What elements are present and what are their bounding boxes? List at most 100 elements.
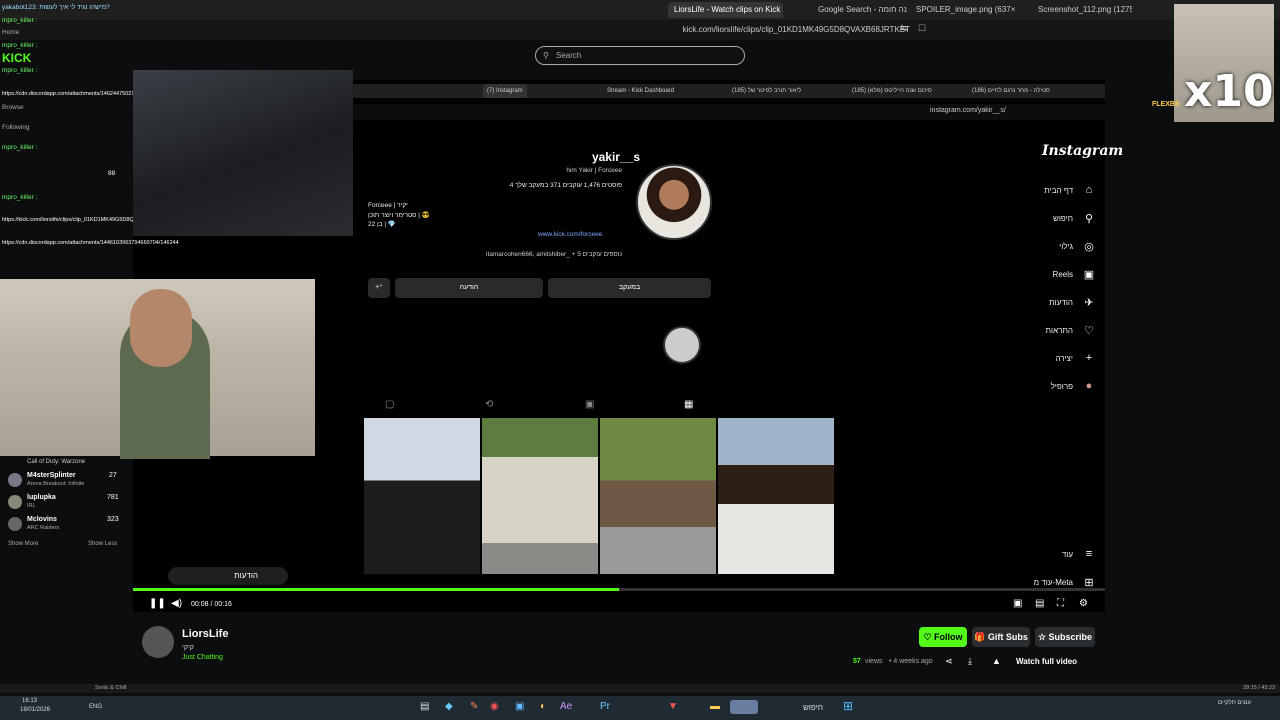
nav-label: Reels: [1052, 269, 1073, 279]
channel-category[interactable]: Just Chatting: [182, 654, 223, 661]
address-bar[interactable]: kick.com/liorslife/clips/clip_01KD1MK49G…: [680, 23, 910, 37]
chat-overlay: yakabot123: מישהו נגיד לי איך לעשות? mpr…: [0, 0, 179, 278]
nav-label: עוד: [1061, 549, 1073, 559]
nav-label: גילוי: [1059, 241, 1073, 251]
taskbar-icon: Pr: [600, 701, 610, 712]
nav-create: יצירה +: [1055, 350, 1095, 366]
nav-label: יצירה: [1055, 353, 1073, 363]
rec-channel-1[interactable]: M4sterSplinter Arena Breakout: Infinite …: [8, 472, 133, 490]
watch-full-video-link[interactable]: Watch full video: [1016, 657, 1077, 666]
nav-search: חיפוש ⚲: [1053, 210, 1095, 226]
grid-tab-icon: ▦: [684, 399, 694, 410]
profile-bio-2: סטרימר ויוצר תוכן | 😎: [368, 212, 430, 219]
post-image-1: [364, 418, 480, 574]
message-button: הודעה: [395, 278, 543, 298]
volume-icon[interactable]: ◀): [171, 598, 182, 609]
viewer-count: 88: [108, 170, 116, 177]
reposts-icon: ⟲: [485, 399, 494, 410]
following-button: במעקב: [548, 278, 711, 298]
inner-tab-instagram: (7) Instagram: [483, 84, 527, 98]
bookmark-icon[interactable]: ☐: [918, 23, 926, 34]
tab-screenshot[interactable]: Screenshot_112.png (1275×718): [1032, 2, 1132, 18]
compass-icon: ◎: [1084, 240, 1094, 253]
show-more-link[interactable]: Show More: [8, 541, 38, 547]
tab-active[interactable]: LiorsLife - Watch clips on Kick: [668, 2, 783, 18]
inner-tab-5: (186) סטילה - מחר נרגם לחיים: [972, 88, 1050, 94]
fullscreen-icon[interactable]: ⛶: [1057, 598, 1064, 609]
download-icon[interactable]: ⤓: [968, 656, 972, 667]
taskbar-icon: ✎: [470, 701, 479, 712]
rec-category: Call of Duty: Warzone: [27, 459, 86, 465]
chat-line: mpro_killer :: [2, 194, 38, 201]
tagged-icon: ▢: [385, 399, 395, 410]
nav-label: עוד מ-Meta: [1033, 577, 1073, 587]
nav-profile: פרופיל ●: [1051, 378, 1095, 394]
nav-label: חיפוש: [1053, 213, 1073, 223]
nav-reels: Reels ▣: [1053, 266, 1095, 282]
search-input[interactable]: ⚲ Search: [535, 46, 745, 65]
profile-stats: 4 פוסטים 1,476 עוקבים 371 במעקב שלך: [509, 182, 622, 189]
channel-name[interactable]: LiorsLife: [182, 628, 228, 640]
profile-icon: ●: [1085, 380, 1093, 392]
language-indicator: ENG: [89, 704, 103, 710]
video-progress-bar[interactable]: [133, 588, 1105, 591]
meta-icon: ⊞: [1084, 576, 1094, 589]
profile-avatar: [636, 164, 712, 240]
weather-thumb: [730, 700, 758, 714]
flexbs-label: FLEXBS: [1152, 101, 1180, 108]
gift-subs-button[interactable]: 🎁 Gift Subs: [972, 627, 1030, 647]
subscribe-button[interactable]: ☆ Subscribe: [1035, 627, 1095, 647]
profile-username: yakir__s: [591, 150, 640, 164]
instagram-logo: Instagram: [1042, 143, 1124, 159]
profile-bio-3: בן 22 | 💎: [368, 221, 397, 228]
messages-float: הודעות: [168, 567, 288, 585]
show-less-link[interactable]: Show Less: [88, 541, 117, 547]
chat-link: https://cdn.discordapp.com/attachments/1…: [2, 240, 179, 246]
chat-line: mpro_killer :: [2, 67, 38, 74]
rec-channel-2[interactable]: luplupka IRL 781: [8, 494, 133, 512]
weather-label: עננים חלקיים: [1218, 700, 1252, 706]
webcam-overlay-2: [0, 279, 315, 459]
menu-icon: ≡: [1085, 548, 1093, 560]
rec-channel-3[interactable]: Mclovins ARC Raiders 323: [8, 516, 133, 534]
settings-icon[interactable]: ⚙: [1079, 598, 1088, 609]
chat-line: Home: [2, 29, 20, 36]
nav-label: פרופיל: [1050, 381, 1073, 391]
clock-time: 16:13: [22, 698, 38, 704]
search-icon: ⚲: [543, 51, 549, 60]
profile-link: www.kick.com/forceee: [538, 231, 603, 238]
windows-icon[interactable]: ⊞: [843, 699, 853, 713]
chat-line: mpro_killer :: [2, 42, 38, 49]
pause-button[interactable]: ❚❚: [149, 598, 166, 609]
nav-messages: הודעות ✈: [1049, 294, 1095, 310]
obs-status-bar: Sonic & Chill 39:15 / 43:23: [0, 684, 1280, 693]
inner-tab-bar: (7) Instagram Stream - Kick Dashboard (1…: [353, 84, 1105, 98]
pip-icon[interactable]: ▣: [1013, 598, 1022, 609]
taskbar-icon: ◐: [540, 701, 547, 712]
highlight-circle: [663, 326, 701, 364]
kick-logo: KICK: [2, 51, 32, 65]
tab-spoiler[interactable]: SPOILER_image.png (637×602): [910, 2, 1015, 18]
browser-toolbar: ⇆ ☐: [0, 20, 1280, 40]
channel-avatar[interactable]: [142, 626, 174, 658]
inner-tab-3: (185) ליאור תורב לפיטר של: [732, 88, 802, 94]
nav-more: עוד ≡: [1062, 546, 1095, 562]
share-icon[interactable]: ⋖: [945, 656, 953, 667]
clock-date: 18/01/2026: [20, 707, 51, 713]
tab-google[interactable]: Google Search - בינה חומה: [812, 2, 907, 18]
home-icon: ⌂: [1085, 184, 1093, 196]
theater-icon[interactable]: ▤: [1035, 598, 1044, 609]
nav-notifications: התראות ♡: [1046, 322, 1096, 338]
add-friend-button: +⁺: [368, 278, 390, 298]
follow-button[interactable]: ♡ Follow: [919, 627, 967, 647]
chat-line: yakabot123: מישהו נגיד לי איך לעשות?: [2, 4, 110, 11]
now-playing: Sonic & Chill: [95, 685, 127, 691]
post-image-2: [482, 418, 598, 574]
chat-line: Browse: [2, 104, 24, 111]
clip-age: • 4 weeks ago: [889, 658, 933, 665]
chat-line: mpro_killer :: [2, 144, 38, 151]
profile-bio-1: Forceee | יקיר: [368, 202, 408, 209]
report-icon[interactable]: ▲: [992, 656, 1001, 666]
post-image-4: [718, 418, 834, 574]
profile-subline: him Yakir | Forceee: [566, 167, 622, 174]
